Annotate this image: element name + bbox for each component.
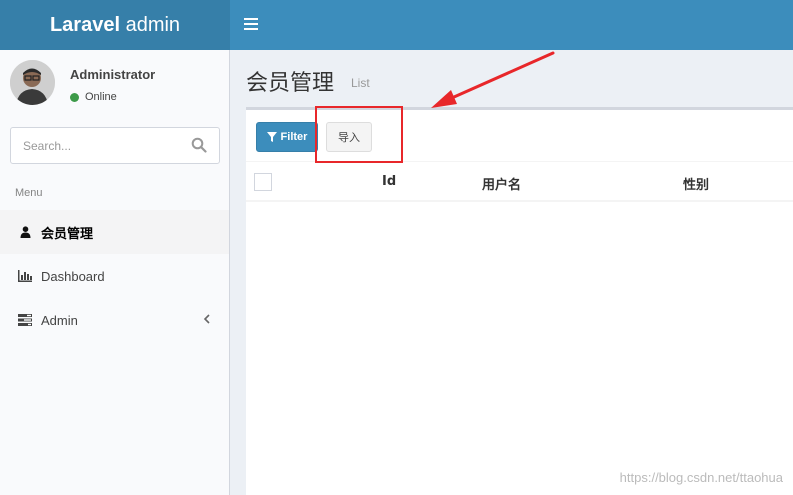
user-status: Online — [70, 91, 117, 103]
user-icon — [18, 225, 32, 239]
column-header-id[interactable]: Id — [382, 174, 396, 189]
sidebar-toggle-icon[interactable] — [244, 18, 258, 30]
app-logo[interactable]: Laravel admin — [0, 0, 230, 50]
filter-button[interactable]: Filter — [256, 122, 318, 152]
search-input[interactable] — [11, 128, 181, 163]
column-header-gender[interactable]: 性别 — [683, 174, 709, 193]
user-panel: Administrator Online — [0, 50, 229, 120]
sidebar-item-label: 会员管理 — [41, 225, 94, 241]
bar-chart-icon — [18, 269, 32, 283]
logo-bold: Laravel — [49, 13, 121, 36]
sidebar-item-label: Dashboard — [41, 268, 105, 284]
page-subtitle: List — [351, 76, 370, 90]
user-status-label: Online — [85, 91, 117, 103]
table-header: Id 用户名 性别 — [246, 162, 793, 202]
tasks-icon — [18, 313, 32, 327]
watermark: https://blog.csdn.net/ttaohua — [619, 470, 783, 485]
sidebar-item-admin[interactable]: Admin — [0, 298, 229, 342]
grid-box: Filter 导入 Id 用户名 性别 — [246, 107, 793, 495]
sidebar-item-label: Admin — [41, 312, 78, 328]
import-button-label: 导入 — [338, 131, 360, 144]
column-header-username[interactable]: 用户名 — [482, 174, 521, 193]
top-navbar — [230, 0, 793, 50]
filter-icon — [266, 132, 277, 142]
chevron-left-icon[interactable] — [203, 313, 211, 325]
avatar — [10, 60, 55, 105]
user-name: Administrator — [70, 67, 156, 82]
sidebar-item-members[interactable]: 会员管理 — [0, 210, 229, 254]
menu-header: Menu — [15, 187, 43, 199]
sidebar-search — [10, 127, 220, 164]
logo-rest: admin — [120, 13, 181, 36]
grid-toolbar: Filter 导入 — [246, 110, 793, 162]
app-root: Laravel admin Administrator Online Searc… — [0, 0, 793, 495]
sidebar-item-dashboard[interactable]: Dashboard — [0, 254, 229, 298]
page-title: 会员管理 — [246, 71, 335, 96]
search-icon[interactable] — [191, 137, 209, 155]
sidebar: Administrator Online Menu — [0, 50, 230, 495]
select-all-checkbox[interactable] — [254, 173, 272, 191]
online-status-icon — [70, 92, 79, 102]
filter-button-label: Filter — [280, 131, 308, 143]
import-button[interactable]: 导入 — [326, 122, 372, 152]
